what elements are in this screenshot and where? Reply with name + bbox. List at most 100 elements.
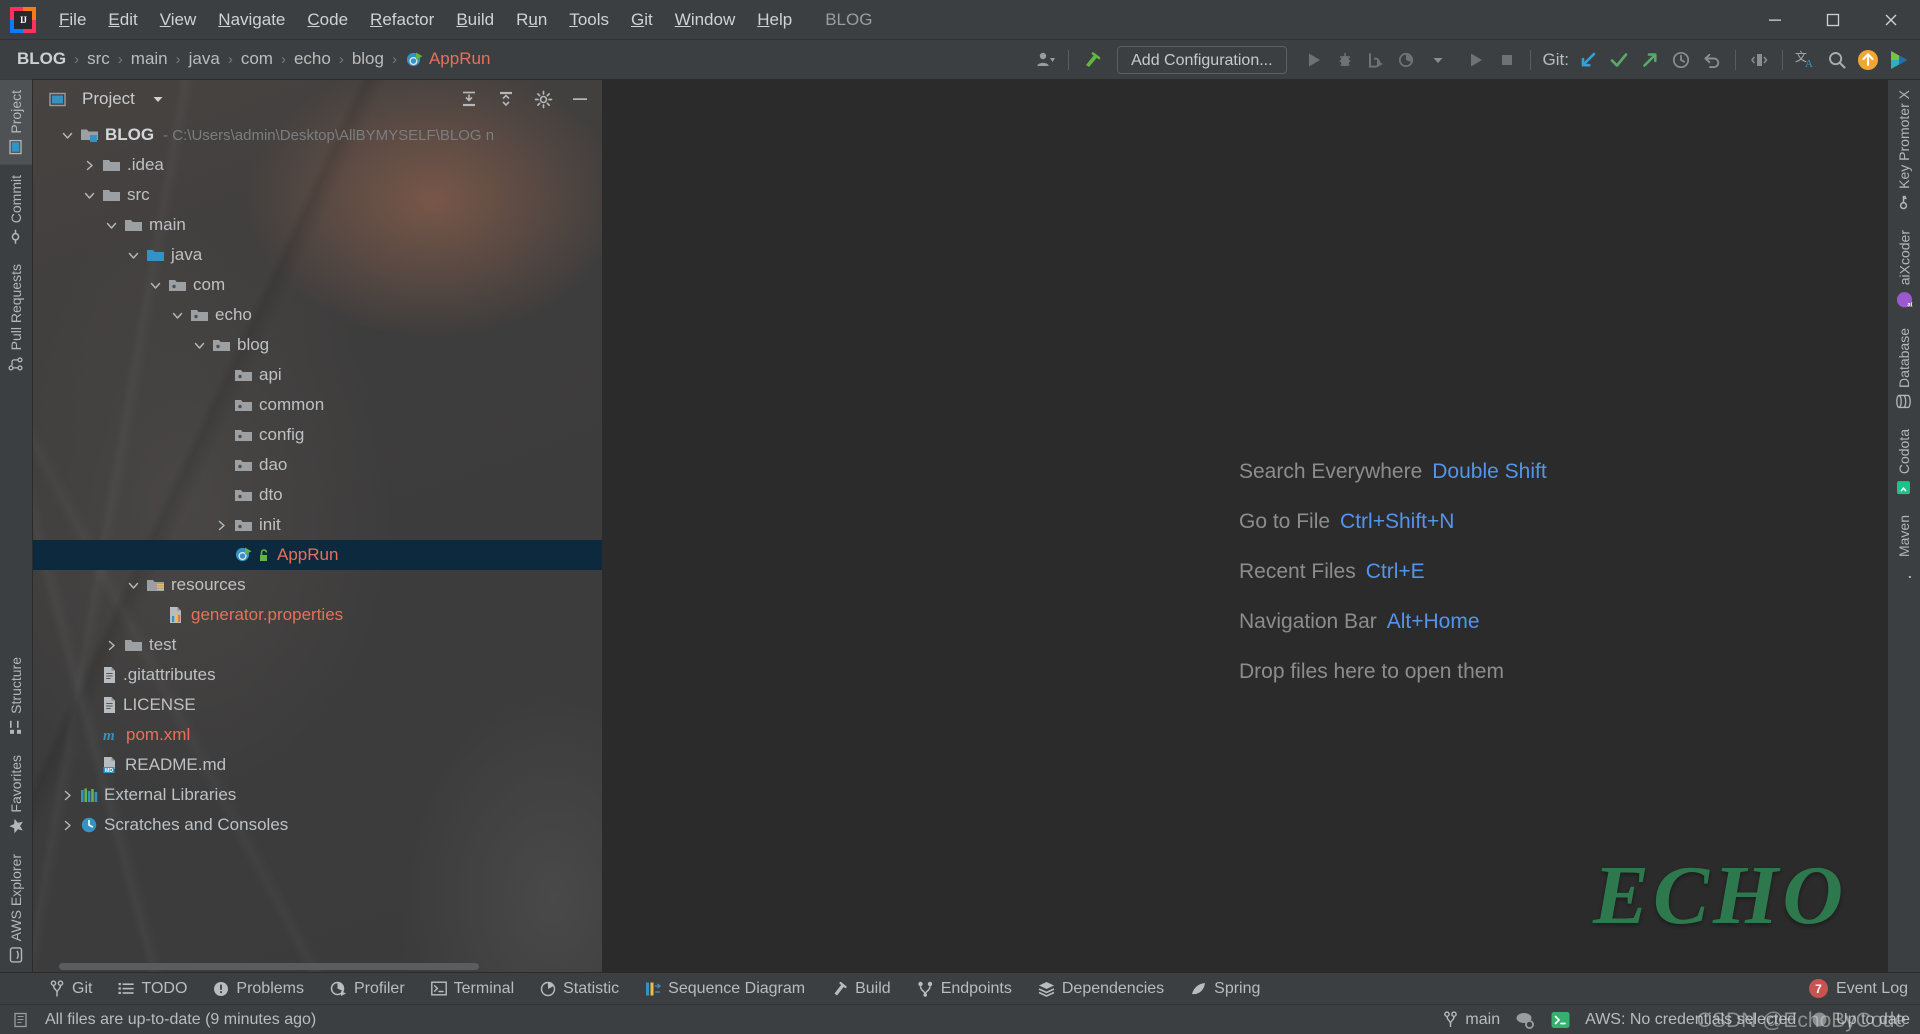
tool-button-aixcoder[interactable]: aiX aiXcoder [1896, 220, 1913, 318]
bottom-tool-terminal[interactable]: Terminal [418, 976, 527, 1002]
git-branch-status[interactable]: main [1443, 1011, 1500, 1029]
menu-item-help[interactable]: Help [746, 6, 803, 34]
aws-cloud-icon[interactable] [1514, 1010, 1536, 1030]
tool-button-structure[interactable]: Structure [0, 647, 32, 745]
tree-node-api[interactable]: api [33, 360, 602, 390]
chevron-down-icon[interactable] [191, 337, 207, 353]
tree-node-external-libraries[interactable]: External Libraries [33, 780, 602, 810]
breadcrumb-item-java[interactable]: java [186, 47, 223, 71]
run-button[interactable] [1299, 45, 1329, 75]
tree-node-main[interactable]: main [33, 210, 602, 240]
tool-button-codota[interactable]: Codota [1896, 419, 1912, 505]
chevron-down-icon[interactable] [81, 187, 97, 203]
gear-icon[interactable] [529, 85, 557, 113]
tree-node-pom-xml[interactable]: m pom.xml [33, 720, 602, 750]
breadcrumb-item-blog[interactable]: blog [349, 47, 387, 71]
chevron-down-icon[interactable] [125, 577, 141, 593]
menu-item-edit[interactable]: Edit [97, 6, 148, 34]
tree-node-src[interactable]: src [33, 180, 602, 210]
tree-node-license[interactable]: LICENSE [33, 690, 602, 720]
tree-node-common[interactable]: common [33, 390, 602, 420]
tree-node-blog[interactable]: blog [33, 330, 602, 360]
tree-node-resources[interactable]: resources [33, 570, 602, 600]
bottom-tool-git[interactable]: Git [36, 976, 105, 1002]
updates-status[interactable]: Up to date [1810, 1010, 1910, 1029]
menu-item-navigate[interactable]: Navigate [207, 6, 296, 34]
chevron-down-icon[interactable] [144, 85, 172, 113]
tree-node-init[interactable]: init [33, 510, 602, 540]
hide-panel-button[interactable] [566, 85, 594, 113]
bottom-tool-profiler[interactable]: Profiler [317, 976, 418, 1002]
collapse-all-button[interactable] [492, 85, 520, 113]
run-anything-button[interactable] [1461, 45, 1491, 75]
run-configuration-selector[interactable]: Add Configuration... [1117, 46, 1287, 74]
debug-button[interactable] [1330, 45, 1360, 75]
chevron-right-icon[interactable] [103, 637, 119, 653]
git-history-icon[interactable] [1666, 45, 1696, 75]
tree-node-blog[interactable]: BLOG - C:\Users\admin\Desktop\AllBYMYSELF… [33, 120, 602, 150]
ide-updates-icon[interactable] [1853, 45, 1883, 75]
chevron-down-icon[interactable] [125, 247, 141, 263]
build-hammer-icon[interactable] [1077, 45, 1107, 75]
close-button[interactable] [1862, 0, 1920, 40]
aws-credentials-status[interactable]: AWS: No credentials selected [1585, 1011, 1796, 1029]
breadcrumb-item-main[interactable]: main [128, 47, 171, 71]
tree-node-dao[interactable]: dao [33, 450, 602, 480]
plugin-icon[interactable] [1884, 45, 1914, 75]
tree-node-config[interactable]: config [33, 420, 602, 450]
menu-item-tools[interactable]: Tools [558, 6, 620, 34]
tree-node-generator-properties[interactable]: generator.properties [33, 600, 602, 630]
tool-button-aws-explorer[interactable]: AWS Explorer [0, 844, 32, 972]
breadcrumb-item-com[interactable]: com [238, 47, 276, 71]
bottom-tool-sequence-diagram[interactable]: Sequence Diagram [632, 976, 818, 1002]
search-everywhere-icon[interactable] [1822, 45, 1852, 75]
tool-button-pull-requests[interactable]: Pull Requests [0, 254, 32, 381]
git-commit-icon[interactable] [1604, 45, 1634, 75]
chevron-right-icon[interactable] [213, 517, 229, 533]
tree-node-com[interactable]: com [33, 270, 602, 300]
run-with-coverage-button[interactable] [1361, 45, 1391, 75]
tool-button-favorites[interactable]: Favorites [0, 745, 32, 844]
compare-diff-icon[interactable] [1744, 45, 1774, 75]
tree-node-test[interactable]: test [33, 630, 602, 660]
menu-item-window[interactable]: Window [664, 6, 746, 34]
profile-button[interactable] [1392, 45, 1422, 75]
stop-button[interactable] [1492, 45, 1522, 75]
bottom-tool-todo[interactable]: TODO [105, 976, 200, 1002]
menu-item-file[interactable]: File [48, 6, 97, 34]
horizontal-scrollbar[interactable] [33, 960, 602, 972]
breadcrumb-item-src[interactable]: src [84, 47, 113, 71]
bottom-tool-endpoints[interactable]: Endpoints [904, 976, 1025, 1002]
terminal-green-icon[interactable] [1550, 1010, 1571, 1030]
chevron-down-icon[interactable] [103, 217, 119, 233]
bottom-tool-dependencies[interactable]: Dependencies [1025, 976, 1177, 1002]
chevron-down-icon[interactable] [59, 127, 75, 143]
chevron-right-icon[interactable] [59, 817, 75, 833]
menu-item-refactor[interactable]: Refactor [359, 6, 445, 34]
git-rollback-icon[interactable] [1697, 45, 1727, 75]
bottom-tool-statistic[interactable]: Statistic [527, 976, 632, 1002]
tree-node-scratches-and-consoles[interactable]: Scratches and Consoles [33, 810, 602, 840]
git-update-icon[interactable] [1573, 45, 1603, 75]
minimize-button[interactable] [1746, 0, 1804, 40]
tree-node--idea[interactable]: .idea [33, 150, 602, 180]
menu-item-view[interactable]: View [149, 6, 208, 34]
tree-node-echo[interactable]: echo [33, 300, 602, 330]
chevron-right-icon[interactable] [81, 157, 97, 173]
chevron-down-icon[interactable] [147, 277, 163, 293]
bottom-tool-spring[interactable]: Spring [1177, 976, 1273, 1002]
event-log-button[interactable]: 7 Event Log [1808, 979, 1908, 998]
tool-button-project[interactable]: Project [0, 80, 32, 165]
chevron-down-icon[interactable] [1423, 45, 1453, 75]
bottom-tool-problems[interactable]: Problems [200, 976, 317, 1002]
tool-button-maven[interactable]: m Maven [1896, 505, 1912, 588]
tree-node-java[interactable]: java [33, 240, 602, 270]
tree-node-readme-md[interactable]: MD README.md [33, 750, 602, 780]
chevron-down-icon[interactable] [169, 307, 185, 323]
bottom-tool-build[interactable]: Build [818, 976, 904, 1002]
expand-all-button[interactable] [455, 85, 483, 113]
user-profile-icon[interactable] [1030, 45, 1060, 75]
git-push-icon[interactable] [1635, 45, 1665, 75]
maximize-button[interactable] [1804, 0, 1862, 40]
menu-item-git[interactable]: Git [620, 6, 664, 34]
